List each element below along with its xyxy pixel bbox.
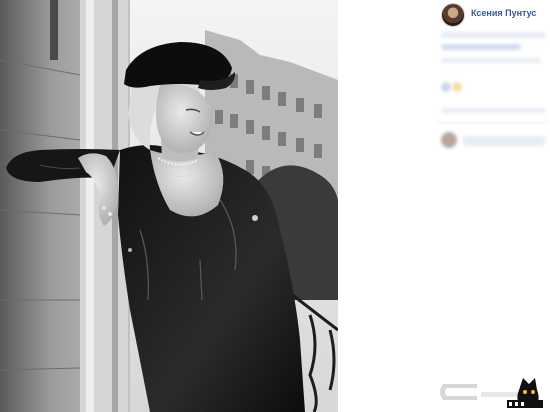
post-photo[interactable] [0,0,338,412]
haha-reaction-icon[interactable] [452,82,462,92]
actions-divider [436,122,548,123]
site-watermark-logo [440,378,543,408]
author-name-link[interactable]: Ксения Пунтус [471,8,536,18]
blurred-post-text [441,58,541,63]
blurred-comment-input[interactable] [462,136,546,146]
blurred-actions-bar[interactable] [441,108,546,113]
blurred-post-meta [441,32,546,38]
like-reaction-icon[interactable] [441,82,451,92]
author-avatar[interactable] [441,3,465,27]
photo-image [0,0,338,412]
commenter-avatar[interactable] [441,132,457,148]
blurred-post-link [441,44,521,50]
